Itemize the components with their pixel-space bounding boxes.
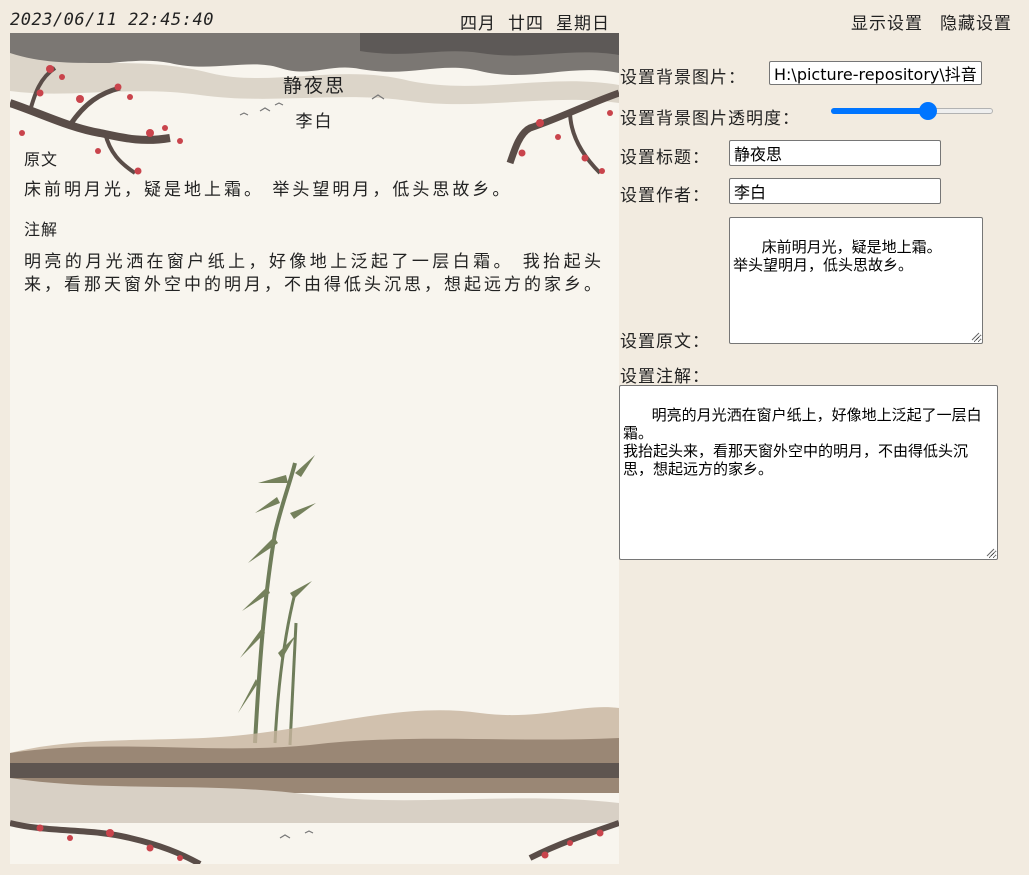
original-textarea[interactable]: 床前明月光，疑是地上霜。 举头望明月，低头思故乡。 (729, 217, 983, 344)
annotation-label: 设置注解： (620, 367, 710, 387)
original-heading: 原文 (24, 150, 59, 169)
lunar-month: 四月 (460, 14, 496, 34)
resize-grip-icon[interactable] (985, 547, 995, 557)
hide-settings-button[interactable]: 隐藏设置 (940, 9, 1012, 34)
poem-author: 李白 (295, 112, 334, 132)
author-label: 设置作者： (620, 186, 710, 206)
weekday: 星期日 (556, 14, 610, 34)
blossom-branch-top-right (506, 89, 619, 175)
opacity-slider-fill (831, 108, 929, 114)
poem-annotation-text: 明亮的月光洒在窗户纸上，好像地上泛起了一层白霜。 我抬起头来，看那天窗外空中的明… (24, 252, 604, 295)
blossom-branch-bottom-left (10, 820, 202, 864)
lunar-day: 廿四 (508, 14, 544, 34)
annotation-textarea[interactable]: 明亮的月光洒在窗户纸上，好像地上泛起了一层白霜。 我抬起头来，看那天窗外空中的明… (619, 385, 998, 560)
poem-title: 静夜思 (282, 75, 346, 97)
author-input[interactable] (729, 178, 941, 204)
original-textarea-text: 床前明月光，疑是地上霜。 举头望明月，低头思故乡。 (733, 238, 942, 274)
original-label: 设置原文： (620, 332, 710, 352)
poem-card: 静夜思 李白 原文 床前明月光，疑是地上霜。 举头望明月，低头思故乡。 注解 明… (10, 33, 619, 864)
bamboo (238, 455, 316, 746)
poem-original-text: 床前明月光，疑是地上霜。 举头望明月，低头思故乡。 (24, 180, 513, 200)
opacity-slider-thumb[interactable] (919, 102, 938, 120)
opacity-label: 设置背景图片透明度： (620, 109, 800, 129)
bg-image-label: 设置背景图片： (620, 68, 746, 88)
opacity-slider[interactable] (831, 102, 993, 120)
annotation-heading: 注解 (24, 220, 59, 239)
bg-image-input[interactable] (769, 61, 982, 85)
title-label: 设置标题： (620, 148, 710, 168)
title-input[interactable] (729, 140, 941, 166)
blossom-branch-bottom-right (528, 820, 619, 861)
background-painting (10, 33, 619, 864)
annotation-textarea-text: 明亮的月光洒在窗户纸上，好像地上泛起了一层白霜。 我抬起头来，看那天窗外空中的明… (623, 406, 982, 478)
resize-grip-icon[interactable] (970, 331, 980, 341)
datetime-display: 2023/06/11 22:45:40 (10, 10, 214, 30)
lunar-date: 四月 廿四 星期日 (460, 9, 610, 34)
show-settings-button[interactable]: 显示设置 (851, 9, 923, 34)
bottom-landscape (10, 707, 619, 823)
